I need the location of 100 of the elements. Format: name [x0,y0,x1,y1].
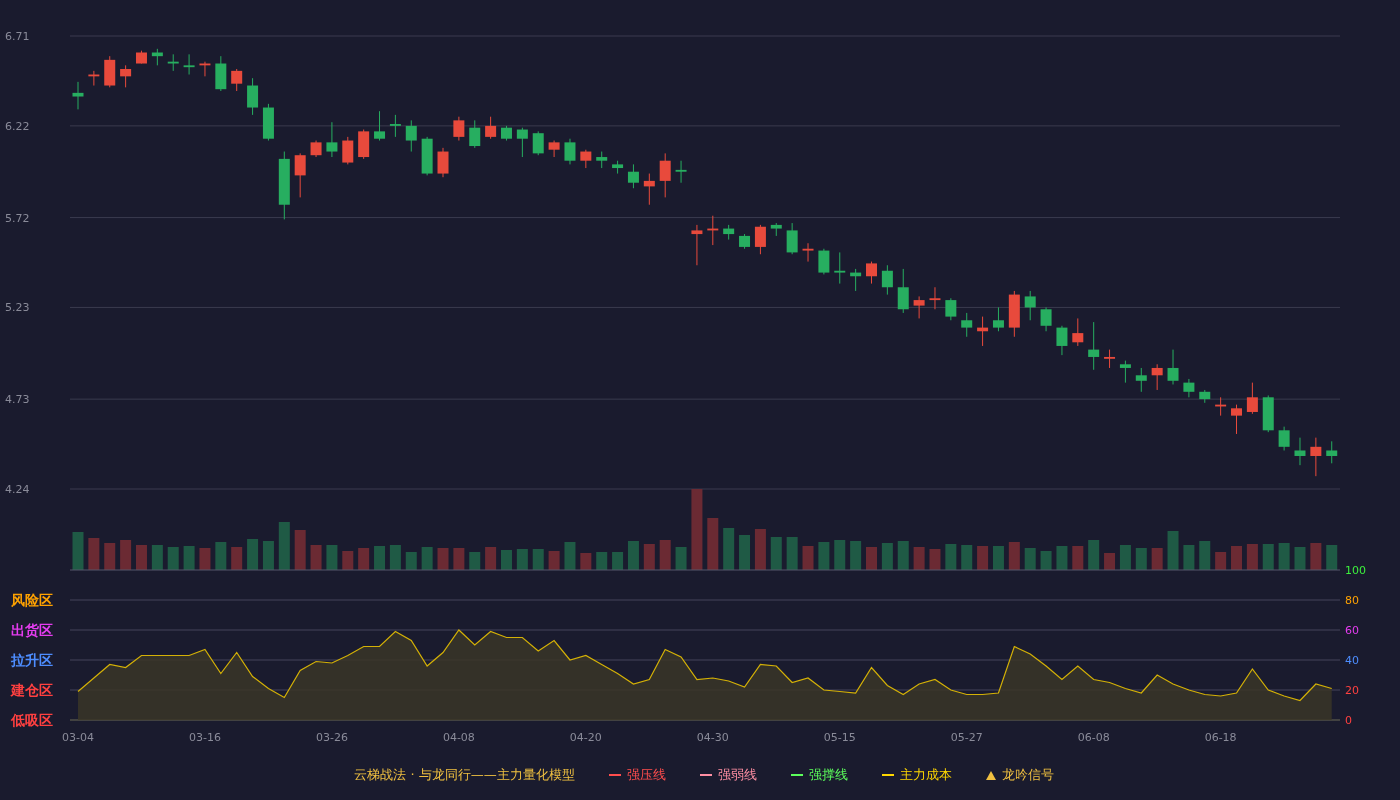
volume-bar [88,538,100,570]
volume-bar [1088,540,1100,570]
axis-label: 4.24 [5,483,30,496]
volume-bar [136,545,147,570]
volume-bar [945,544,957,570]
candlestick [1088,321,1100,371]
volume-bar [358,548,370,570]
candlestick [215,55,227,92]
axis-label: 40 [1345,654,1359,667]
candlestick [167,53,179,72]
candlestick [1119,360,1131,384]
candlestick [1167,349,1179,385]
candlestick [961,312,973,338]
candlestick [786,222,798,255]
candlestick [1135,367,1147,393]
volume-bar [1008,542,1020,570]
volume-bar [532,549,544,570]
zone-label: 建仓区 [11,682,53,698]
zone-label: 出货区 [11,622,53,638]
legend-label: 强压线 [626,766,666,784]
candlestick [564,138,576,165]
candlestick [992,306,1004,332]
candlestick [469,119,481,149]
candlestick [72,81,84,110]
volume-bar [643,544,655,570]
zone-label: 拉升区 [11,652,53,668]
axis-label: 6.71 [5,30,30,43]
candlestick [453,116,465,142]
candlestick [1326,440,1338,464]
volume-bar [1167,531,1179,570]
volume-bar [1151,548,1163,570]
volume-bar [405,552,417,570]
volume-bar [802,546,814,570]
volume-bar [929,549,941,570]
candlestick [1024,290,1036,321]
candlestick [199,61,211,77]
volume-bar [1040,551,1052,570]
legend-label: 强撑线 [808,766,848,784]
volume-bar [485,547,497,570]
axis-label: 100 [1345,564,1366,577]
volume-bar [754,529,766,570]
candlestick [945,297,957,321]
candlestick [1246,382,1258,415]
volume-bar [596,552,608,570]
axis-label: 06-18 [1204,731,1237,744]
candlestick [612,160,624,175]
candlestick [120,64,132,88]
candlestick [183,53,195,75]
candlestick [1199,389,1211,404]
candlestick [580,149,592,169]
volume-bar [278,522,290,570]
candlestick [389,114,401,138]
candlestick [977,316,989,347]
axis-label: 06-08 [1077,731,1110,744]
volume-bar [326,545,338,570]
candlestick [88,70,100,86]
volume-bar [834,540,846,570]
candlestick [437,147,449,178]
candlestick [866,261,877,285]
candlestick [532,130,544,156]
volume-bar [1056,546,1068,570]
axis-label: 05-27 [950,731,983,744]
axis-label: 03-26 [315,731,348,744]
volume-bar [294,530,306,570]
volume-bar [564,542,576,570]
volume-bar [977,546,989,570]
candlestick [707,215,719,246]
zone-label: 低吸区 [11,712,53,728]
legend-label: 强弱线 [717,766,757,784]
candlestick [326,121,338,158]
axis-label: 04-20 [569,731,602,744]
candlestick [881,264,893,296]
candlestick [516,127,528,158]
candlestick [1056,325,1068,356]
candlestick [294,152,306,198]
candlestick [739,233,751,250]
volume-bar [1119,545,1131,570]
volume-bar [151,545,163,570]
candlestick [643,173,655,206]
candlestick [1294,437,1306,466]
volume-bar [1294,547,1306,570]
axis-label: 5.72 [5,211,30,225]
volume-bar [1310,543,1322,570]
axis-label: 04-30 [696,731,729,744]
candlestick [675,160,687,184]
zone-label: 风险区 [11,592,53,608]
candlestick [1278,426,1290,451]
volume-bar [707,518,719,570]
axis-label: 20 [1345,684,1359,697]
volume-bar [453,548,465,570]
candlestick [1215,396,1227,417]
candlestick [405,119,417,153]
candlestick [754,224,766,255]
volume-bar [389,545,401,570]
axis-label: 03-04 [62,731,94,744]
volume-bar [1215,552,1227,570]
volume-bar [1104,553,1116,570]
volume-bar [913,547,925,570]
volume-bar [342,551,354,570]
candlestick [659,152,671,198]
